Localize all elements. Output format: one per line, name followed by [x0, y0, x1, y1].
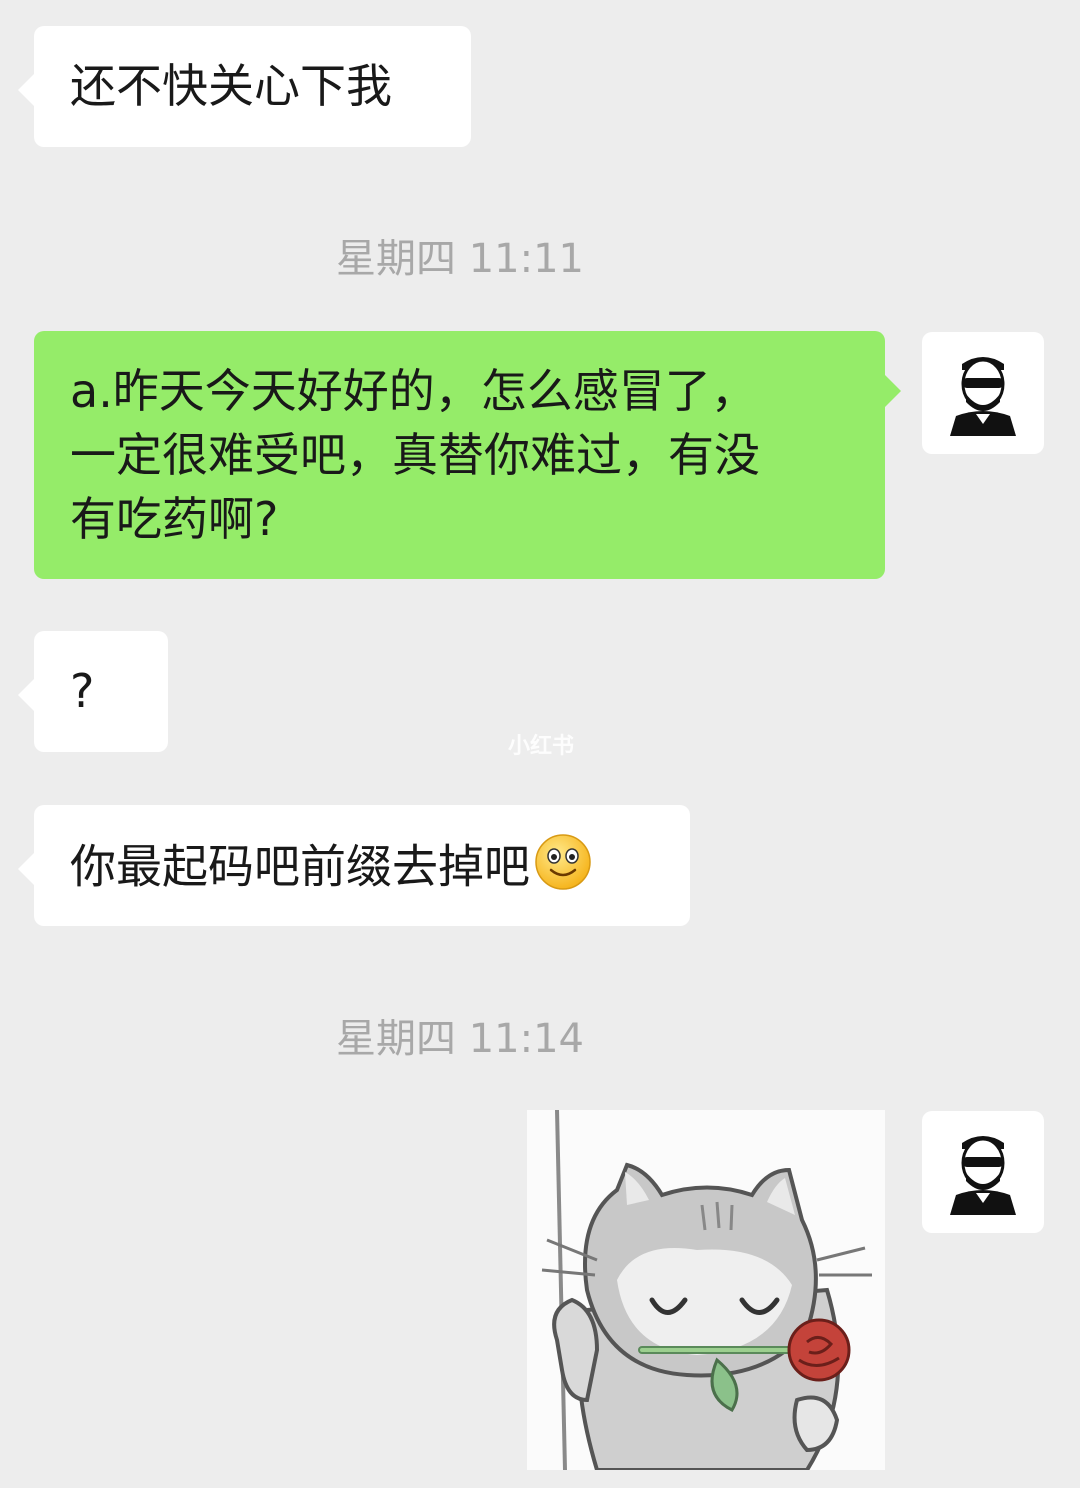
message-bubble-outgoing[interactable]: a.昨天今天好好的，怎么感冒了， 一定很难受吧，真替你难过，有没 有吃药啊? [34, 331, 901, 579]
user-avatar[interactable] [922, 1111, 1044, 1233]
message-text: ? [70, 664, 95, 718]
cat-with-rose-sticker[interactable] [527, 1110, 885, 1470]
cat-rose-sticker-image [541, 1110, 872, 1470]
user-avatar[interactable] [922, 332, 1044, 454]
message-text-line: 有吃药啊? [70, 492, 279, 546]
message-bubble-incoming[interactable]: 还不快关心下我 [18, 26, 471, 147]
watermark: 小红书 [508, 734, 575, 759]
timestamp: 星期四 11:14 [336, 1016, 584, 1062]
message-bubble-incoming[interactable]: ? [18, 631, 168, 752]
smile-emoji-icon [534, 833, 592, 907]
message-bubble-incoming[interactable]: 你最起码吧前缀去掉吧 [18, 805, 690, 926]
timestamp: 星期四 11:11 [336, 236, 584, 282]
message-text-line: 一定很难受吧，真替你难过，有没 [70, 428, 760, 482]
man-sunglasses-avatar-icon [950, 1136, 1016, 1215]
message-text-line: a.昨天今天好好的，怎么感冒了， [70, 364, 757, 418]
message-text: 你最起码吧前缀去掉吧 [70, 839, 530, 894]
message-text: 还不快关心下我 [70, 59, 392, 113]
man-sunglasses-avatar-icon [950, 357, 1016, 436]
